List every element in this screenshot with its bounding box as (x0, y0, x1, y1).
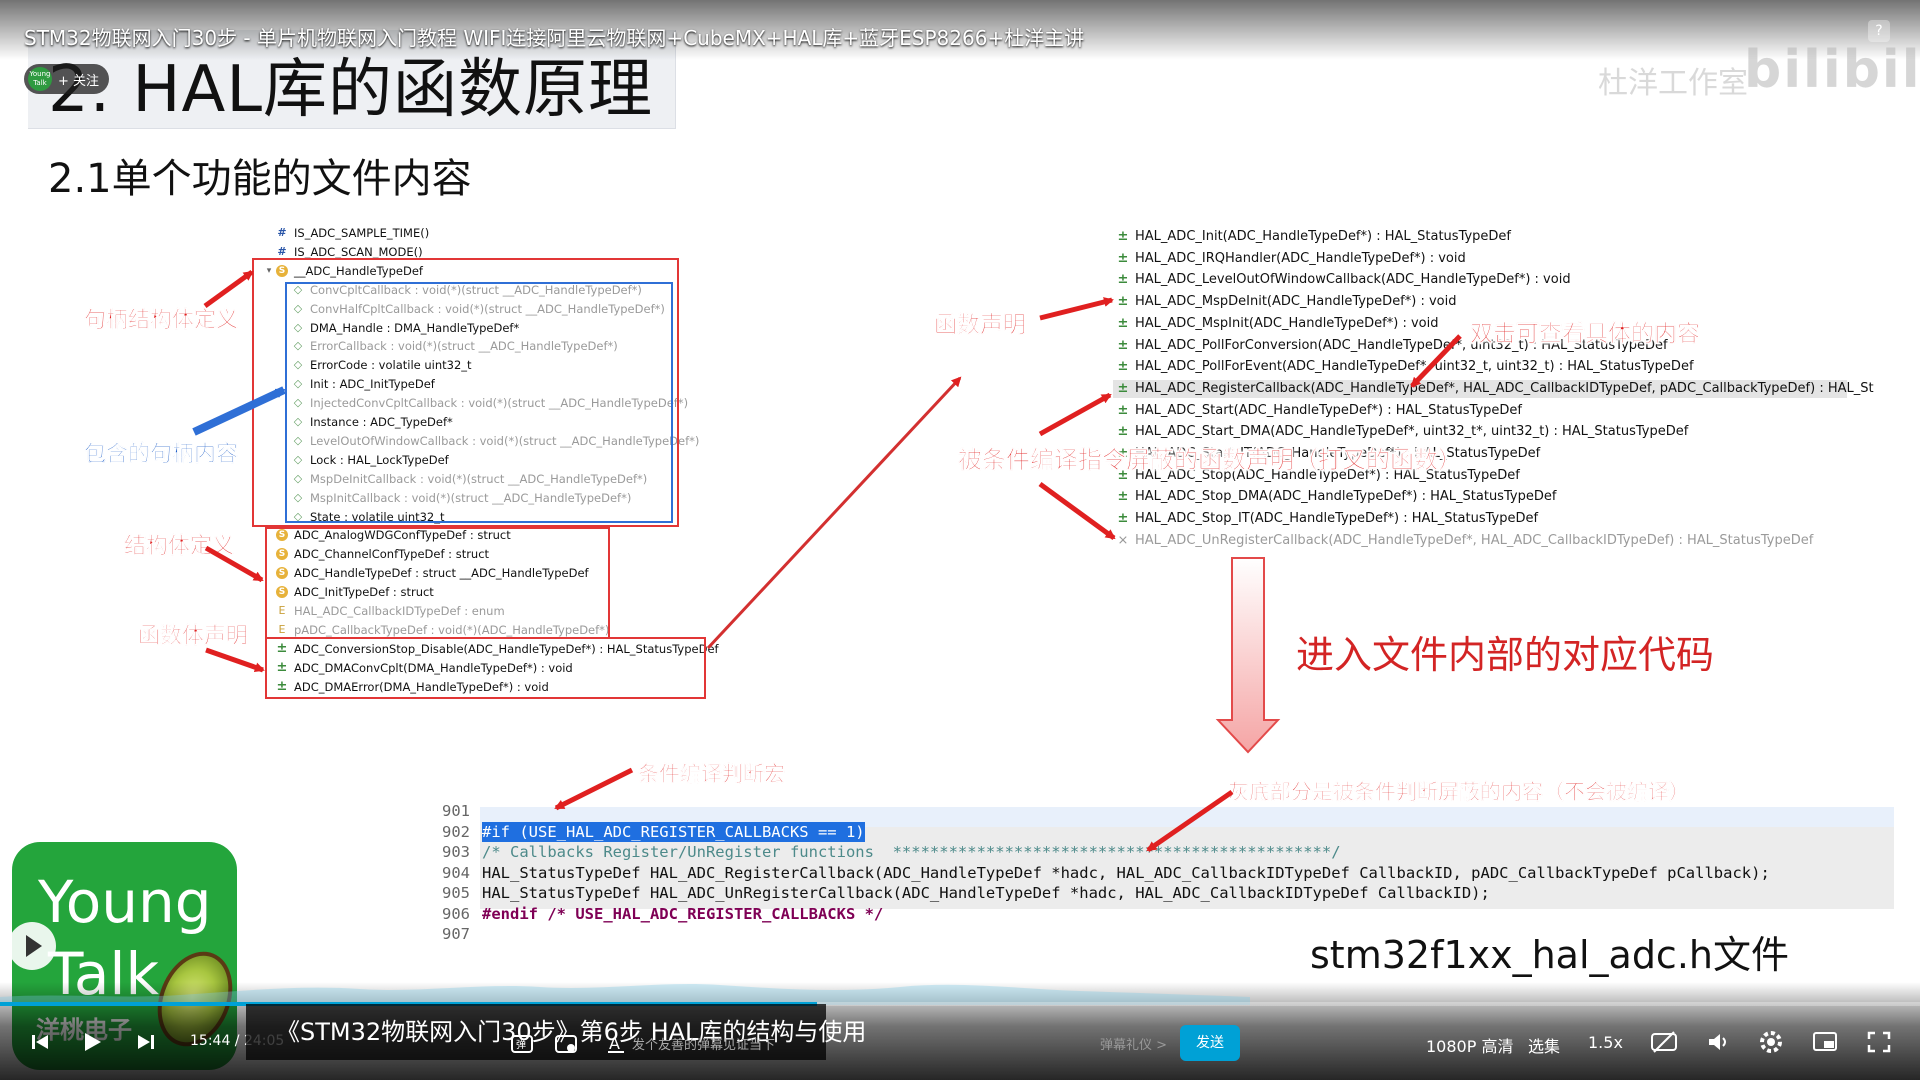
send-button[interactable]: 发送 (1180, 1025, 1240, 1061)
logo-line-2: Talk (48, 940, 160, 1008)
big-down-arrow (1215, 557, 1281, 754)
arrow-included-handle (192, 386, 286, 436)
arrow-struct-def (204, 545, 264, 583)
arrow-func-decl (1039, 297, 1114, 321)
speed-button[interactable]: 1.5x (1588, 1033, 1623, 1052)
danmu-input[interactable]: 发个友善的弹幕见证当下 (632, 1034, 775, 1053)
fullscreen-icon[interactable] (1866, 1030, 1892, 1054)
uploader-avatar: Young Talk (28, 67, 52, 91)
arrow-double-click (1410, 334, 1462, 388)
side-play-icon[interactable] (8, 922, 56, 970)
play-icon[interactable] (80, 1030, 104, 1054)
arrow-gray-note (1146, 789, 1234, 853)
help-button[interactable]: ? (1868, 20, 1890, 42)
arrow-masked-up (1038, 392, 1112, 437)
svg-text:A: A (609, 1034, 620, 1053)
episodes-button[interactable]: 选集 (1528, 1033, 1560, 1057)
arrow-func-to-right (706, 376, 962, 650)
danmu-settings-icon[interactable] (554, 1032, 578, 1056)
slide: 2. HAL库的函数原理 2.1单个功能的文件内容 # IS_ADC_SAMPLE… (0, 0, 1920, 1080)
logo-line-1: Young (38, 868, 212, 936)
volume-icon[interactable] (1706, 1030, 1732, 1054)
next-icon[interactable] (136, 1032, 156, 1052)
danmu-etiquette-link[interactable]: 弹幕礼仪 > (1100, 1034, 1167, 1053)
follow-button[interactable]: Young Talk + 关注 (24, 64, 110, 94)
progress-fill (0, 1002, 817, 1006)
danmu-toggle-icon[interactable]: 弹 (510, 1032, 534, 1056)
follow-label: + 关注 (58, 73, 100, 89)
arrow-cond-macro (554, 767, 634, 811)
video-player[interactable]: 2. HAL库的函数原理 2.1单个功能的文件内容 # IS_ADC_SAMPLE… (0, 0, 1920, 1080)
annotation-arrows (192, 269, 1462, 853)
subtitle-off-icon[interactable] (1650, 1030, 1678, 1054)
arrow-handle-struct-def (203, 269, 254, 309)
progress-bar[interactable] (0, 1002, 1920, 1006)
arrow-func-body-decl (205, 647, 265, 673)
svg-text:弹: 弹 (516, 1038, 526, 1051)
arrow-masked-down (1038, 481, 1116, 541)
settings-icon[interactable] (1758, 1029, 1784, 1055)
pip-icon[interactable] (1812, 1030, 1838, 1054)
quality-button[interactable]: 1080P 高清 (1426, 1033, 1513, 1057)
prev-icon[interactable] (30, 1032, 50, 1052)
kiwi-icon (144, 940, 246, 1058)
danmu-style-icon[interactable]: A (606, 1034, 626, 1054)
